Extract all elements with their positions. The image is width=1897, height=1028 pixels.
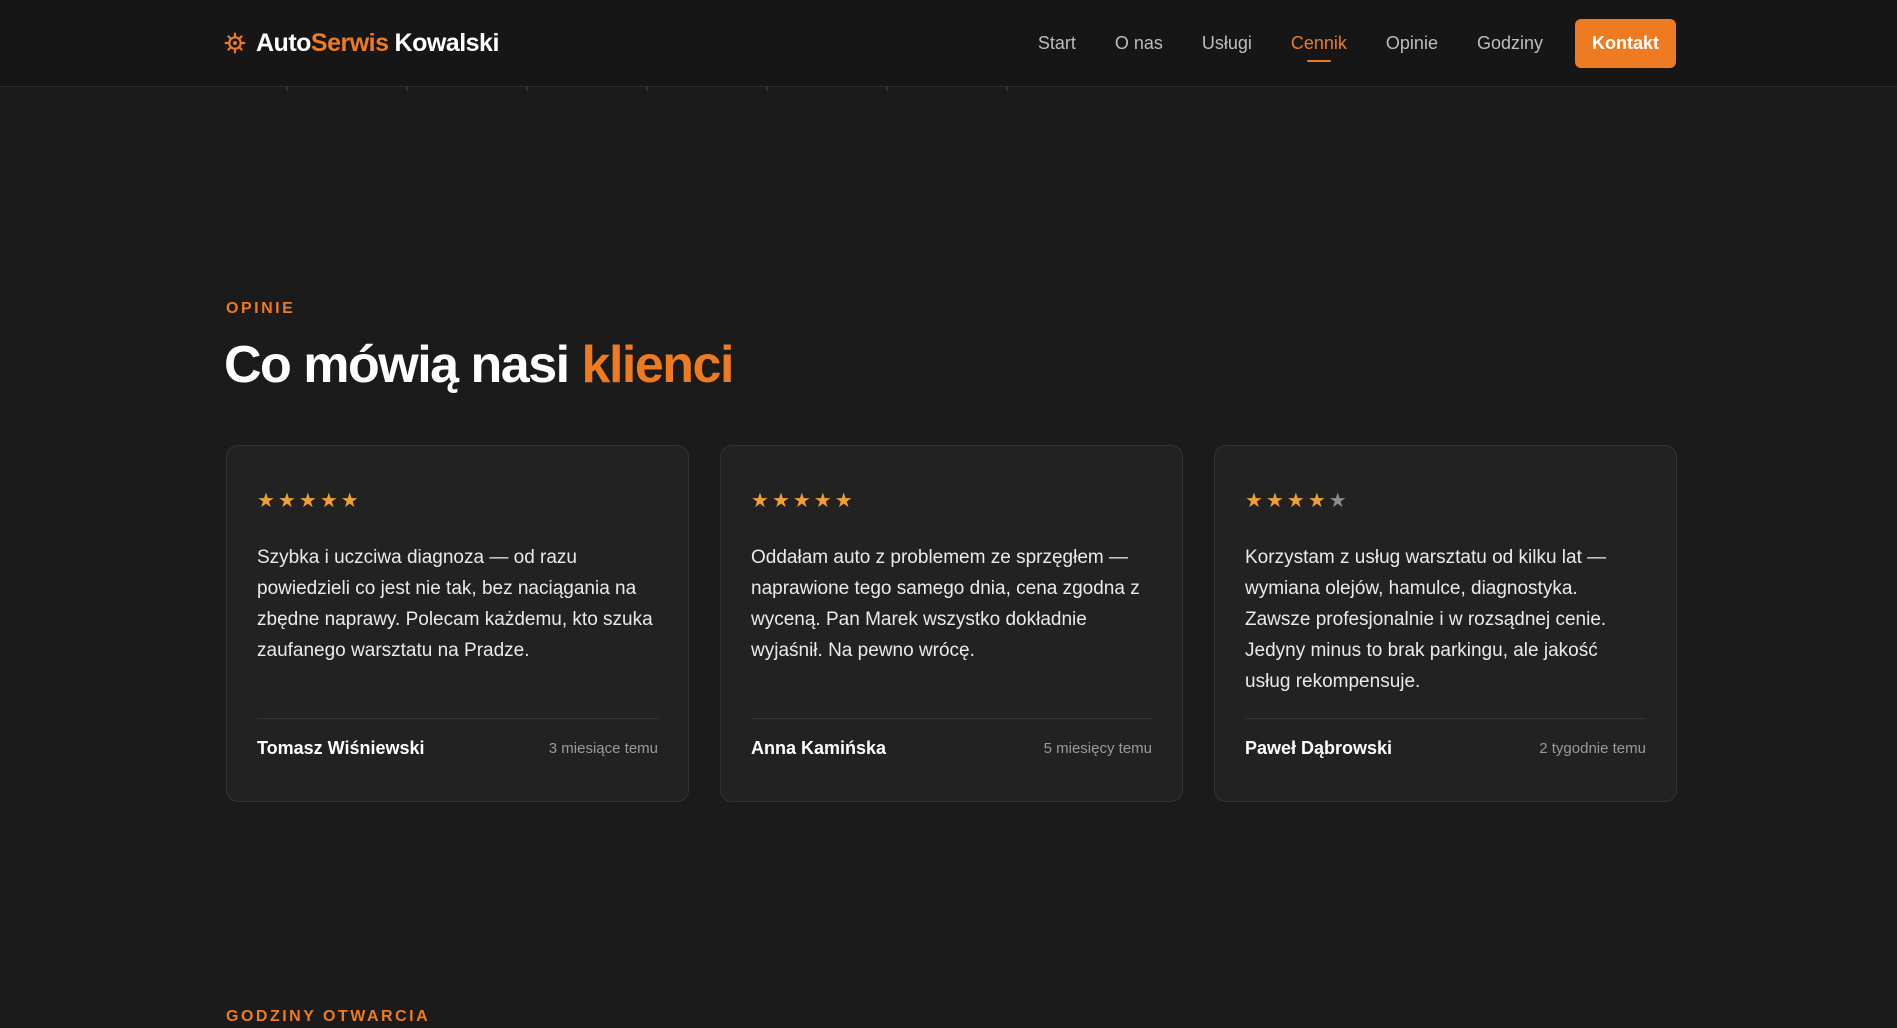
- review-text: Szybka i uczciwa diagnoza — od razu powi…: [257, 547, 653, 661]
- star-filled-icon: ★: [751, 490, 769, 512]
- star-filled-icon: ★: [257, 490, 275, 512]
- star-rating: ★ ★ ★ ★ ★: [751, 491, 1152, 511]
- star-filled-icon: ★: [277, 490, 296, 512]
- review-card: ★ ★ ★ ★ ★ Korzystam z usług warsztatu od kil…: [1214, 445, 1677, 802]
- header-divider-artifact: [226, 87, 1056, 91]
- section-eyebrow: GODZINY OTWARCIA: [226, 1008, 431, 1025]
- logo-text: AutoSerwis Kowalski: [256, 27, 499, 59]
- review-time: 5 miesięcy temu: [1043, 740, 1152, 757]
- section-title-accent: klienci: [581, 336, 735, 394]
- star-filled-icon: ★: [319, 490, 338, 512]
- review-card: ★ ★ ★ ★ ★ Szybka i uczciwa diagnoza — od raz…: [226, 445, 689, 802]
- star-empty-icon: ★: [1328, 490, 1347, 512]
- nav-item-godziny[interactable]: Godziny: [1477, 19, 1543, 68]
- review-author: Anna Kamińska: [751, 738, 887, 758]
- review-time: 2 tygodnie temu: [1539, 740, 1646, 757]
- review-author: Paweł Dąbrowski: [1245, 738, 1393, 758]
- nav-item-cennik[interactable]: Cennik: [1291, 19, 1347, 68]
- star-filled-icon: ★: [340, 490, 359, 512]
- gear-icon: [224, 32, 246, 54]
- nav-item-uslugi[interactable]: Usługi: [1202, 19, 1252, 68]
- review-footer: Anna Kamińska 5 miesięcy temu: [751, 718, 1152, 759]
- section-title: Co mówią nasi klienci: [224, 333, 735, 397]
- review-time: 3 miesiące temu: [548, 740, 658, 757]
- logo-word-serwis: Serwis: [310, 29, 389, 57]
- review-author: Tomasz Wiśniewski: [257, 738, 425, 758]
- review-footer: Tomasz Wiśniewski 3 miesiące temu: [257, 718, 658, 759]
- section-title-main: Co mówią nasi: [224, 336, 570, 394]
- logo-word-auto: Auto: [256, 29, 311, 57]
- review-cards: ★ ★ ★ ★ ★ Szybka i uczciwa diagnoza — od raz…: [226, 445, 1677, 802]
- star-rating: ★ ★ ★ ★ ★: [257, 491, 658, 511]
- star-filled-icon: ★: [1245, 490, 1263, 512]
- contact-button[interactable]: Kontakt: [1575, 19, 1676, 68]
- logo[interactable]: AutoSerwis Kowalski: [224, 27, 499, 59]
- site-header: AutoSerwis Kowalski Start O nas Usługi Ce…: [0, 0, 1897, 87]
- review-card: ★ ★ ★ ★ ★ Oddałam auto z problemem ze sprzęg…: [720, 445, 1183, 802]
- star-filled-icon: ★: [1307, 490, 1326, 512]
- star-rating: ★ ★ ★ ★ ★: [1245, 491, 1646, 511]
- page: AutoSerwis Kowalski Start O nas Usługi Ce…: [0, 0, 1897, 1028]
- review-text: Korzystam z usług warsztatu od kilku lat…: [1245, 547, 1607, 692]
- star-filled-icon: ★: [834, 490, 853, 512]
- star-filled-icon: ★: [771, 490, 790, 512]
- star-filled-icon: ★: [1286, 490, 1305, 512]
- star-filled-icon: ★: [813, 490, 832, 512]
- logo-word-kowalski: Kowalski: [394, 29, 500, 57]
- nav-item-opinie[interactable]: Opinie: [1386, 19, 1438, 68]
- star-filled-icon: ★: [792, 490, 811, 512]
- main-nav: Start O nas Usługi Cennik Opinie Godziny…: [999, 19, 1676, 68]
- review-text: Oddałam auto z problemem ze sprzęgłem — …: [751, 547, 1140, 661]
- review-footer: Paweł Dąbrowski 2 tygodnie temu: [1245, 718, 1646, 759]
- nav-item-o-nas[interactable]: O nas: [1115, 19, 1163, 68]
- section-eyebrow: OPINIE: [226, 300, 296, 317]
- star-filled-icon: ★: [1265, 490, 1284, 512]
- nav-item-start[interactable]: Start: [1038, 19, 1076, 68]
- star-filled-icon: ★: [298, 490, 317, 512]
